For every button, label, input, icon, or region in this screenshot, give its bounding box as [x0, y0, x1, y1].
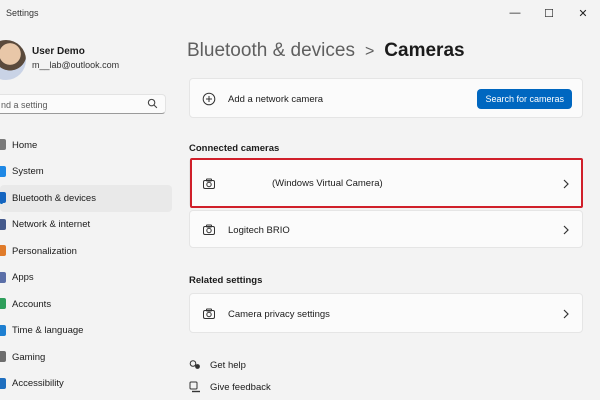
camera-privacy-settings-label: Camera privacy settings [228, 309, 330, 320]
maximize-button[interactable]: ☐ [532, 0, 566, 26]
accounts-icon [0, 298, 6, 309]
personalization-icon [0, 245, 6, 256]
camera-item-windows-virtual-camera[interactable]: (Windows Virtual Camera) [189, 158, 583, 208]
page-title: Cameras [384, 40, 465, 61]
breadcrumb-parent[interactable]: Bluetooth & devices [187, 40, 355, 62]
user-profile[interactable]: User Demo m__lab@outlook.com [0, 40, 172, 86]
breadcrumb-separator: > [364, 43, 375, 60]
sidebar-item-label: Apps [12, 272, 34, 284]
sidebar-item-label: Home [12, 139, 38, 151]
home-icon [0, 139, 6, 150]
chevron-right-icon [563, 179, 569, 189]
add-network-camera-card: Add a network camera Search for cameras [189, 78, 583, 118]
sidebar-item-label: Accessibility [12, 378, 64, 390]
user-email: m__lab@outlook.com [32, 60, 120, 70]
sidebar-item-label: Network & internet [12, 219, 91, 231]
sidebar-item-label: Bluetooth & devices [12, 192, 96, 204]
sidebar-item-home[interactable]: Home [0, 132, 172, 159]
chevron-right-icon [563, 309, 569, 319]
accessibility-icon [0, 377, 6, 389]
sidebar-item-label: Gaming [12, 351, 46, 363]
apps-icon [0, 271, 6, 283]
avatar [0, 40, 26, 80]
minimize-button[interactable]: — [498, 0, 532, 26]
sidebar-item-label: Accounts [12, 298, 52, 310]
gaming-icon [0, 351, 6, 362]
sidebar-item-bluetooth-devices[interactable]: Bluetooth & devices [0, 185, 172, 212]
give-feedback-link[interactable]: Give feedback [189, 380, 271, 394]
app-title: Settings [6, 8, 39, 18]
sidebar: User Demo m__lab@outlook.com Home System… [0, 26, 172, 400]
plus-circle-icon [202, 92, 216, 106]
search-box[interactable] [0, 94, 166, 114]
window-controls: — ☐ ✕ [498, 0, 600, 26]
search-input[interactable] [0, 96, 141, 114]
help-icon [189, 360, 200, 369]
add-network-camera-label: Add a network camera [228, 94, 324, 105]
sidebar-item-apps[interactable]: Apps [0, 265, 172, 292]
sidebar-item-personalization[interactable]: Personalization [0, 238, 172, 265]
system-icon [0, 165, 6, 177]
camera-icon [203, 224, 215, 235]
camera-item-logitech-brio[interactable]: Logitech BRIO [189, 210, 583, 248]
network-icon [0, 218, 6, 230]
camera-name: (Windows Virtual Camera) [272, 178, 383, 189]
get-help-link[interactable]: Get help [189, 358, 246, 372]
sidebar-item-accessibility[interactable]: Accessibility [0, 371, 172, 398]
section-title-related-settings: Related settings [189, 275, 263, 286]
sidebar-item-network-internet[interactable]: Network & internet [0, 212, 172, 239]
search-icon[interactable] [147, 98, 158, 109]
sidebar-item-system[interactable]: System [0, 159, 172, 186]
sidebar-item-label: Personalization [12, 245, 77, 257]
camera-name: Logitech BRIO [228, 225, 290, 236]
camera-privacy-settings-item[interactable]: Camera privacy settings [189, 293, 583, 333]
sidebar-item-gaming[interactable]: Gaming [0, 344, 172, 371]
give-feedback-label: Give feedback [210, 381, 271, 393]
time-language-icon [0, 324, 6, 336]
user-name: User Demo [32, 46, 85, 57]
section-title-connected-cameras: Connected cameras [189, 143, 280, 154]
title-bar: Settings — ☐ ✕ [0, 0, 600, 26]
sidebar-item-time-language[interactable]: Time & language [0, 318, 172, 345]
sidebar-nav: Home System Bluetooth & devices Network … [0, 132, 172, 397]
bluetooth-icon [0, 192, 6, 203]
camera-icon [203, 308, 215, 319]
search-for-cameras-button[interactable]: Search for cameras [477, 89, 572, 109]
close-button[interactable]: ✕ [566, 0, 600, 26]
feedback-icon [189, 381, 200, 393]
camera-icon [203, 178, 215, 189]
sidebar-item-label: System [12, 166, 44, 178]
sidebar-item-label: Time & language [12, 325, 84, 337]
get-help-label: Get help [210, 359, 246, 371]
chevron-right-icon [563, 225, 569, 235]
sidebar-item-accounts[interactable]: Accounts [0, 291, 172, 318]
breadcrumb: Bluetooth & devices > Cameras [187, 40, 465, 64]
